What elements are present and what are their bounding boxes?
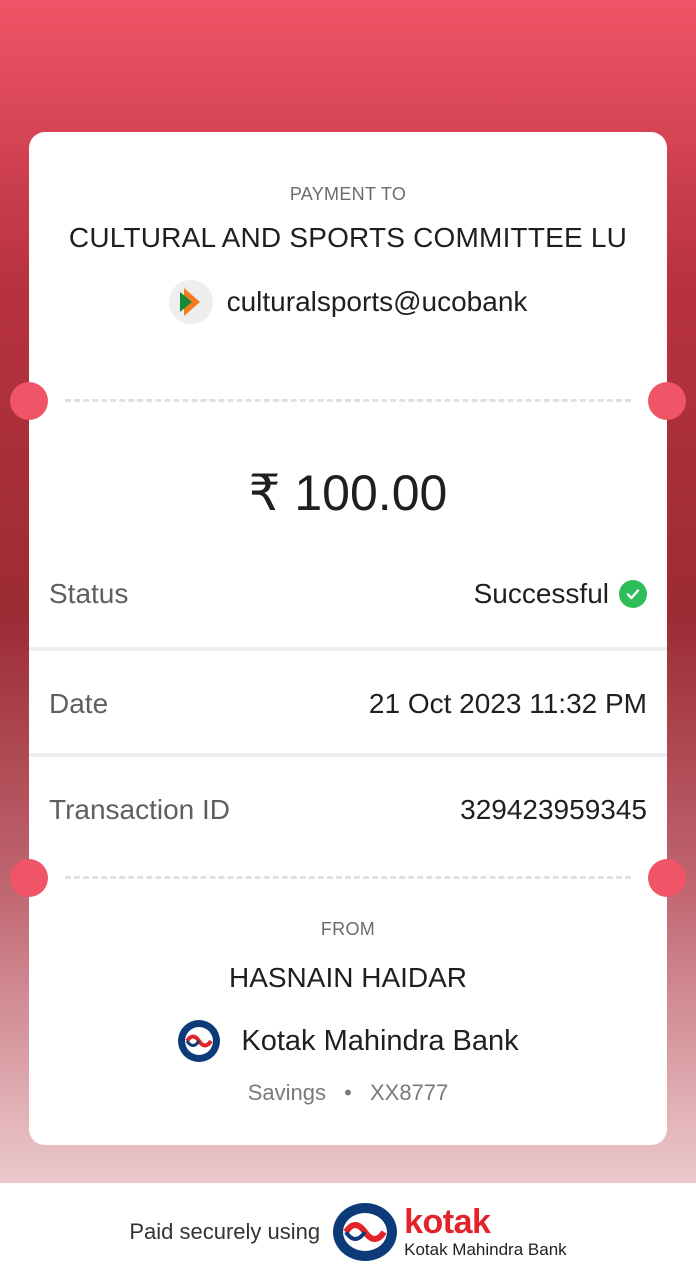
sender-account-line: Savings • XX8777 bbox=[29, 1080, 667, 1106]
dashed-divider bbox=[65, 399, 631, 402]
account-number: XX8777 bbox=[369, 1080, 449, 1105]
amount: ₹ 100.00 bbox=[248, 465, 448, 521]
status-row: Status Successful bbox=[49, 572, 647, 616]
ticket-notch-left bbox=[10, 382, 48, 420]
check-circle-icon bbox=[619, 580, 647, 608]
row-separator bbox=[29, 753, 667, 757]
footer-bar: Paid securely using kotak Kotak Mahindra… bbox=[0, 1183, 696, 1280]
from-label: FROM bbox=[320, 919, 376, 939]
payee-vpa-row: culturalsports@ucobank bbox=[29, 280, 667, 324]
kotak-sub-text: Kotak Mahindra Bank bbox=[404, 1240, 567, 1259]
ticket-notch-left bbox=[10, 859, 48, 897]
sender-bank-row: Kotak Mahindra Bank bbox=[29, 1019, 667, 1063]
upi-icon bbox=[168, 280, 213, 324]
kotak-logo-icon bbox=[333, 1202, 398, 1261]
status-value: Successful bbox=[473, 578, 609, 609]
sender-name: HASNAIN HAIDAR bbox=[228, 962, 468, 993]
row-separator bbox=[29, 647, 667, 651]
date-value: 21 Oct 2023 11:32 PM bbox=[368, 688, 647, 719]
transaction-id-row: Transaction ID 329423959345 bbox=[49, 788, 647, 832]
receipt-card: PAYMENT TO CULTURAL AND SPORTS COMMITTEE… bbox=[10, 132, 686, 1145]
date-label: Date bbox=[49, 688, 109, 719]
ticket-notch-right bbox=[648, 859, 686, 897]
status-value-wrap: Successful bbox=[474, 578, 647, 610]
payee-name: CULTURAL AND SPORTS COMMITTEE LU bbox=[68, 222, 628, 253]
account-type: Savings bbox=[247, 1080, 327, 1105]
kotak-brand-text: kotak bbox=[404, 1203, 491, 1241]
paid-securely-text: Paid securely using bbox=[129, 1218, 321, 1244]
transaction-id-value[interactable]: 329423959345 bbox=[460, 794, 647, 826]
payment-to-label: PAYMENT TO bbox=[289, 184, 407, 204]
transaction-id-label: Transaction ID bbox=[49, 794, 231, 825]
date-row: Date 21 Oct 2023 11:32 PM bbox=[49, 682, 647, 726]
kotak-bank-icon bbox=[178, 1020, 221, 1062]
payee-vpa: culturalsports@ucobank bbox=[226, 286, 528, 317]
dashed-divider bbox=[65, 876, 631, 879]
status-label: Status bbox=[49, 578, 129, 609]
kotak-logo: kotak Kotak Mahindra Bank bbox=[332, 1202, 567, 1262]
ticket-notch-right bbox=[648, 382, 686, 420]
sender-bank-name: Kotak Mahindra Bank bbox=[241, 1024, 519, 1057]
account-separator: • bbox=[344, 1080, 352, 1105]
